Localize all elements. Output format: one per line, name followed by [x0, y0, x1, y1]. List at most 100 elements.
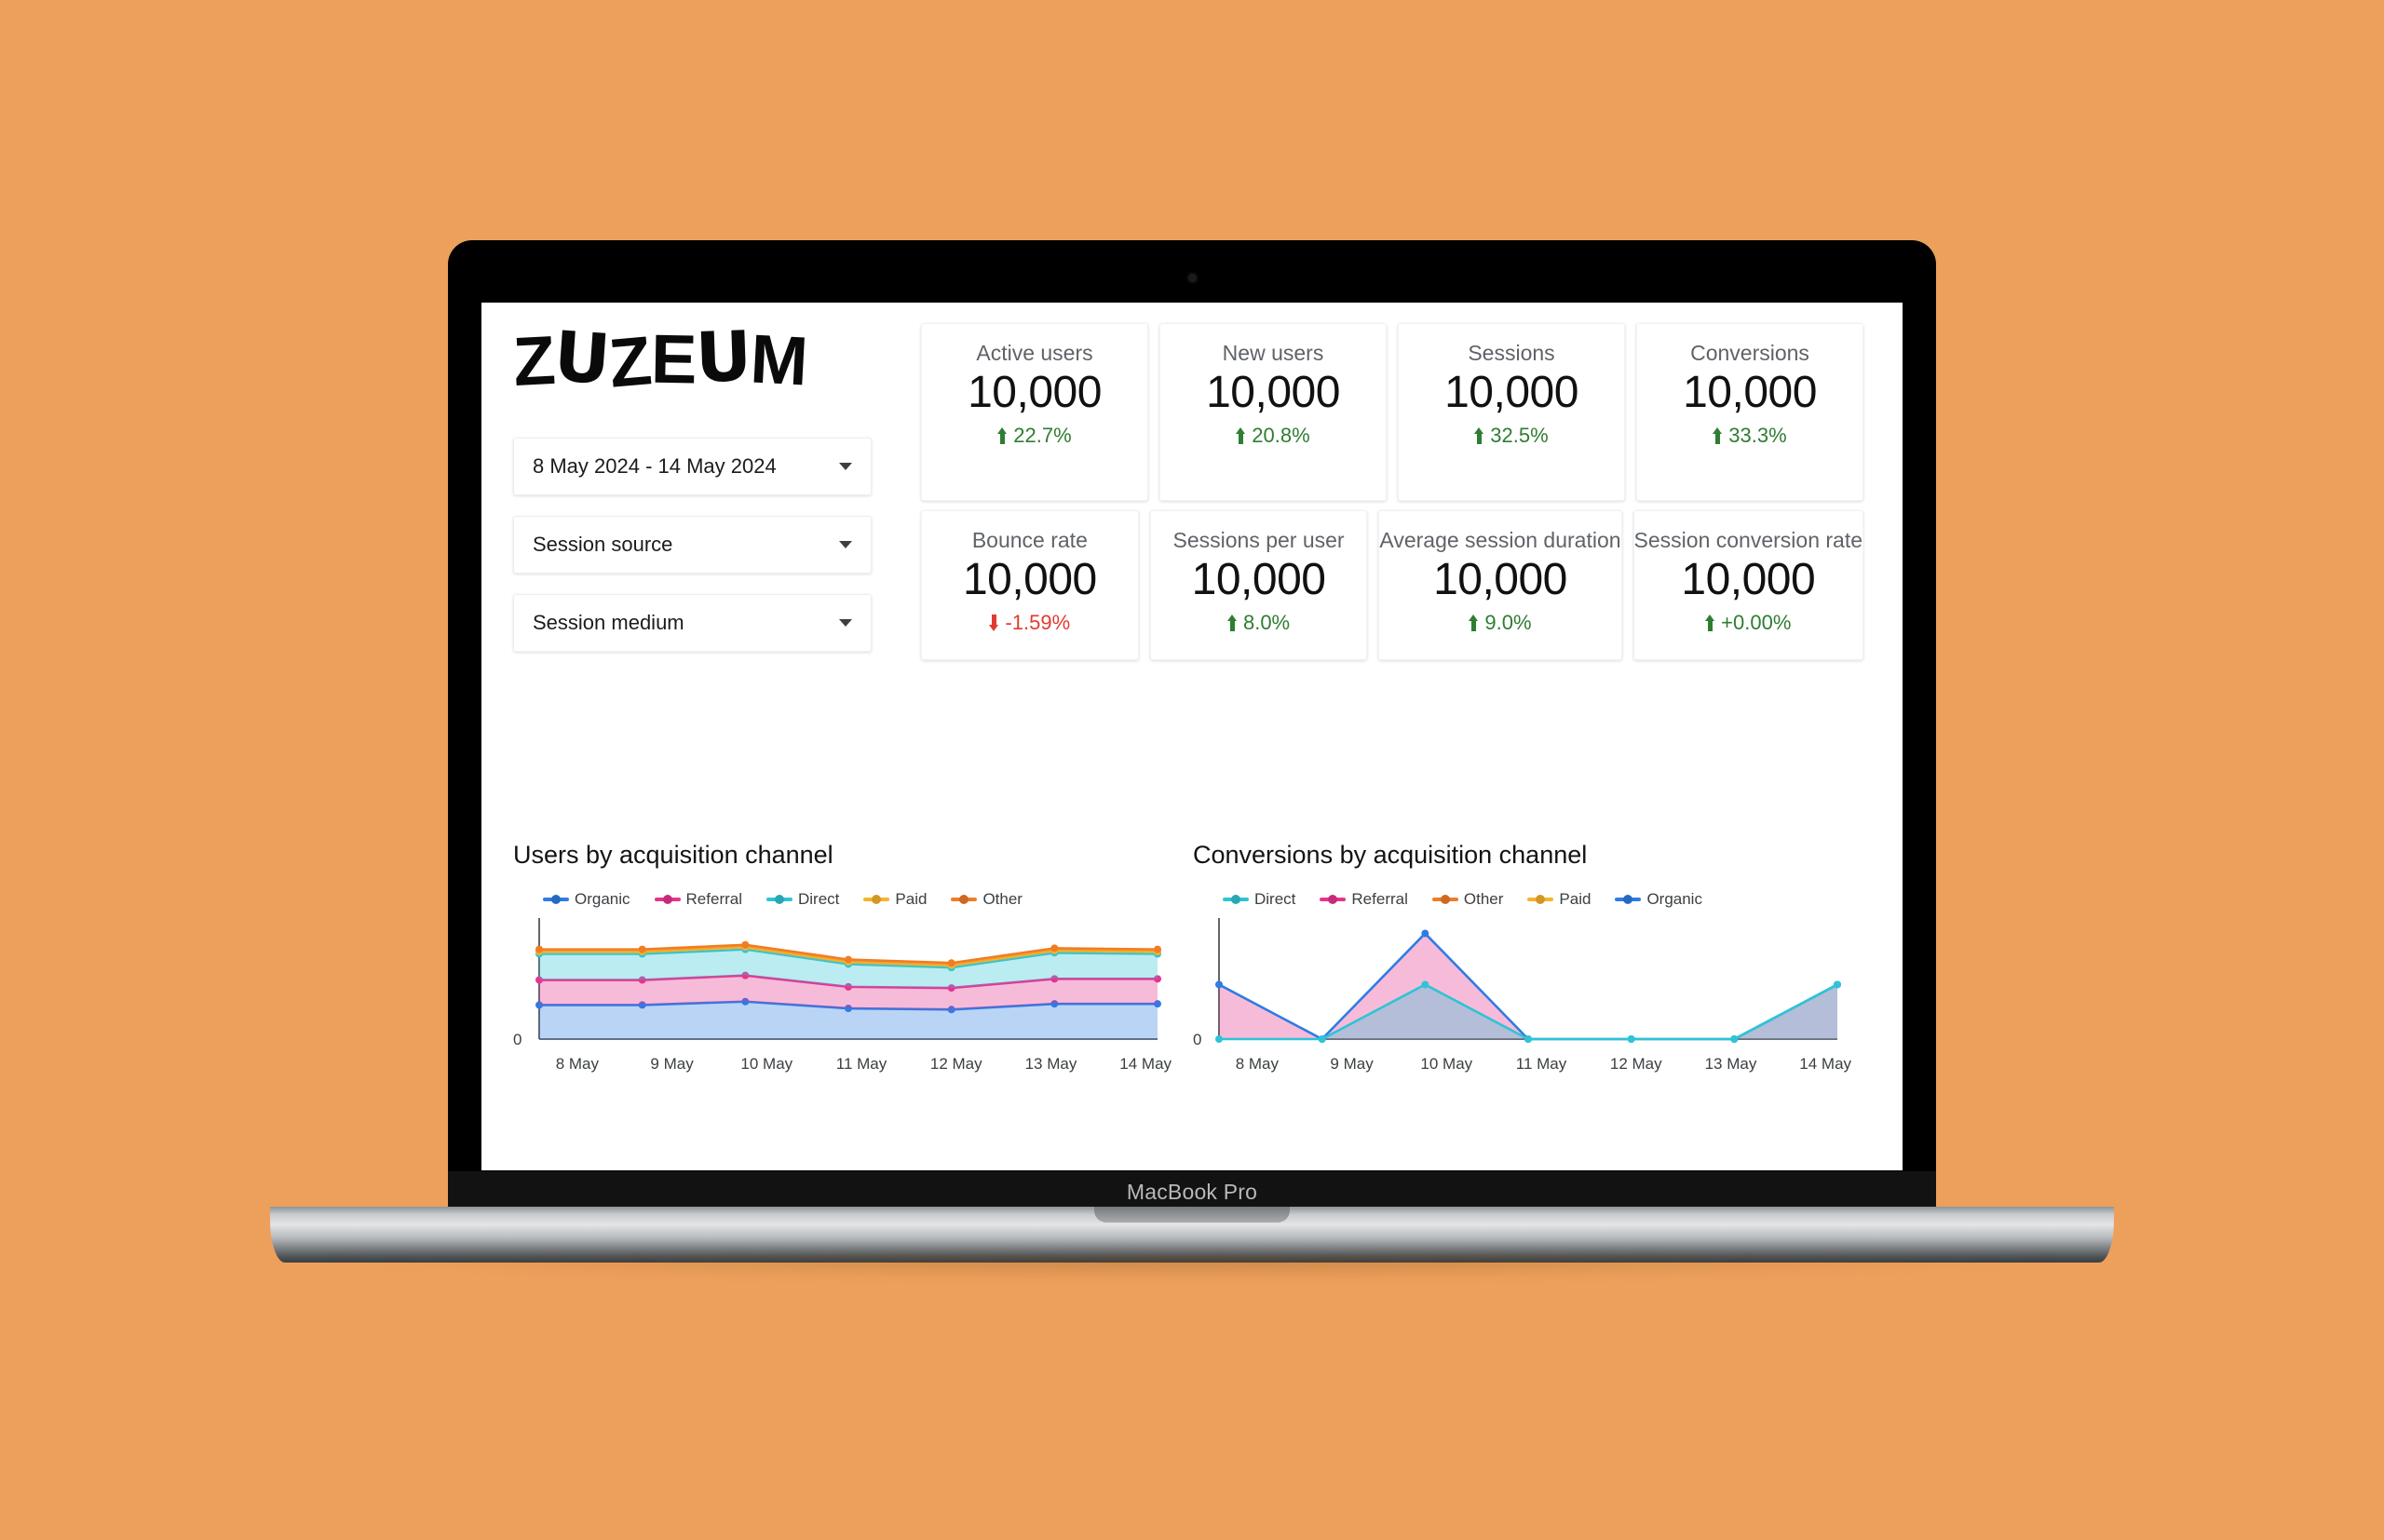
chart-users-by-acquisition-channel: Users by acquisition channel Organic Refe…	[513, 841, 1193, 1074]
kpi-label: Average session duration	[1379, 528, 1621, 552]
chevron-down-icon	[839, 541, 852, 548]
arrow-up-icon	[997, 427, 1008, 445]
chart-point	[638, 945, 646, 953]
kpi-delta: -1.59%	[989, 611, 1070, 635]
x-tick-label: 13 May	[1024, 1055, 1077, 1073]
kpi-value: 10,000	[968, 368, 1102, 418]
logo-letter-5: U	[694, 316, 752, 399]
legend-item-direct[interactable]: Direct	[1223, 890, 1295, 909]
legend-swatch-icon	[654, 898, 681, 901]
legend-item-organic[interactable]: Organic	[543, 890, 630, 909]
chart-point	[1627, 1035, 1635, 1043]
kpi-delta-text: 32.5%	[1490, 424, 1549, 448]
device-model-label: MacBook Pro	[1126, 1179, 1258, 1204]
legend-swatch-icon	[1320, 898, 1347, 901]
legend-item-referral[interactable]: Referral	[1320, 890, 1408, 909]
kpi-delta: +0.00%	[1705, 611, 1791, 635]
legend-swatch-icon	[1223, 898, 1249, 901]
arrow-up-icon	[1705, 615, 1715, 632]
legend-label: Referral	[685, 890, 742, 908]
x-tick-label: 11 May	[1515, 1055, 1567, 1073]
kpi-label: Active users	[976, 341, 1093, 365]
kpi-label: Bounce rate	[971, 528, 1088, 552]
kpi-row-2: Bounce rate 10,000 -1.59% Sessions per u…	[921, 510, 1864, 660]
kpi-label: Sessions	[1468, 341, 1555, 365]
kpi-card-conversions[interactable]: Conversions 10,000 33.3%	[1636, 323, 1863, 501]
chevron-down-icon	[839, 463, 852, 470]
kpi-delta-text: -1.59%	[1005, 611, 1071, 635]
arrow-up-icon	[1469, 615, 1479, 632]
session-medium-dropdown[interactable]: Session medium	[513, 594, 872, 652]
kpi-card-new-users[interactable]: New users 10,000 20.8%	[1159, 323, 1387, 501]
chart-point	[1154, 945, 1161, 953]
kpi-label: Session conversion rate	[1633, 528, 1863, 552]
chart-title: Users by acquisition channel	[513, 841, 833, 869]
date-range-dropdown[interactable]: 8 May 2024 - 14 May 2024	[513, 438, 872, 495]
arrow-up-icon	[1226, 615, 1238, 632]
legend-item-paid[interactable]: Paid	[863, 890, 927, 909]
kpi-value: 10,000	[1206, 368, 1340, 418]
kpi-delta-text: 33.3%	[1728, 424, 1787, 448]
x-tick-label: 14 May	[1119, 1055, 1172, 1073]
legend-label: Organic	[575, 890, 630, 908]
kpi-value: 10,000	[1433, 555, 1567, 605]
legend-label: Paid	[1559, 890, 1592, 908]
session-medium-value: Session medium	[533, 611, 684, 634]
chart-point	[845, 955, 852, 964]
chart-title: Conversions by acquisition channel	[1193, 841, 1588, 869]
legend-item-direct[interactable]: Direct	[766, 890, 839, 909]
kpi-delta-text: 22.7%	[1013, 424, 1072, 448]
kpi-value: 10,000	[1681, 555, 1816, 605]
chart-point	[1524, 1035, 1532, 1043]
chart-line	[1218, 932, 1838, 1041]
session-source-value: Session source	[533, 533, 673, 556]
legend-label: Referral	[1351, 890, 1408, 908]
x-tick-label: 9 May	[1330, 1055, 1374, 1073]
chart-conversions-by-acquisition-channel: Conversions by acquisition channel Direc…	[1193, 841, 1873, 1074]
kpi-card-sessions[interactable]: Sessions 10,000 32.5%	[1398, 323, 1625, 501]
logo-wordmark: Z U Z E U M	[510, 316, 809, 402]
logo-letter-1: Z	[510, 320, 557, 401]
kpi-label: New users	[1222, 341, 1324, 365]
legend-item-other[interactable]: Other	[1431, 890, 1503, 909]
kpi-label: Conversions	[1690, 341, 1809, 365]
kpi-card-sessions-per-user[interactable]: Sessions per user 10,000 8.0%	[1149, 510, 1368, 660]
laptop-shadow	[298, 1255, 2086, 1281]
legend-item-paid[interactable]: Paid	[1527, 890, 1591, 909]
y-axis-zero-label: 0	[513, 1031, 522, 1048]
kpi-value: 10,000	[1683, 368, 1817, 418]
legend-label: Direct	[1254, 890, 1296, 908]
legend-swatch-icon	[1615, 898, 1642, 901]
kpi-card-avg-session-duration[interactable]: Average session duration 10,000 9.0%	[1378, 510, 1622, 660]
laptop-base	[270, 1207, 2114, 1281]
legend-swatch-icon	[863, 898, 890, 901]
kpi-card-active-users[interactable]: Active users 10,000 22.7%	[921, 323, 1148, 501]
kpi-delta-text: 20.8%	[1252, 424, 1310, 448]
filter-panel: 8 May 2024 - 14 May 2024 Session source …	[513, 438, 872, 672]
x-tick-label: 10 May	[1420, 1055, 1473, 1073]
chart-svg	[1215, 918, 1841, 1043]
chart-point	[1421, 980, 1429, 989]
legend-item-organic[interactable]: Organic	[1615, 890, 1702, 909]
session-source-dropdown[interactable]: Session source	[513, 516, 872, 574]
kpi-card-bounce-rate[interactable]: Bounce rate 10,000 -1.59%	[921, 510, 1139, 660]
legend-item-other[interactable]: Other	[951, 890, 1023, 909]
x-tick-label: 9 May	[650, 1055, 694, 1073]
screen: Z U Z E U M 8 May 2024 - 14 May 2024 Ses…	[481, 303, 1903, 1170]
chart-area	[1219, 933, 1837, 1039]
chart-point	[1050, 944, 1059, 952]
kpi-card-session-conversion-rate[interactable]: Session conversion rate 10,000 +0.00%	[1632, 510, 1864, 660]
chart-point	[947, 959, 955, 967]
kpi-delta: 22.7%	[997, 424, 1072, 448]
legend-swatch-icon	[951, 898, 978, 901]
x-tick-label: 10 May	[740, 1055, 793, 1073]
legend-swatch-icon	[1527, 898, 1554, 901]
chart-point	[1834, 980, 1841, 989]
legend-item-referral[interactable]: Referral	[654, 890, 742, 909]
kpi-grid: Active users 10,000 22.7% New users 10,0…	[921, 323, 1864, 669]
chart-plot-area: 0	[513, 916, 1193, 1051]
webcam-icon	[1187, 274, 1197, 282]
chevron-down-icon	[839, 619, 852, 627]
chart-legend: Direct Referral Other Paid Organic	[1193, 890, 1873, 909]
y-axis-zero-label: 0	[1193, 1031, 1202, 1048]
